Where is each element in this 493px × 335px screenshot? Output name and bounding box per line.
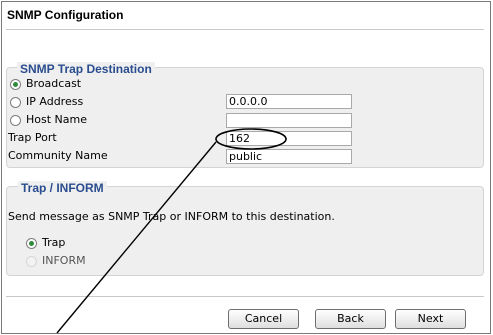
annotation-ellipse — [215, 128, 287, 150]
annotation-arrow-line — [56, 141, 217, 334]
annotation-overlay — [56, 128, 287, 334]
